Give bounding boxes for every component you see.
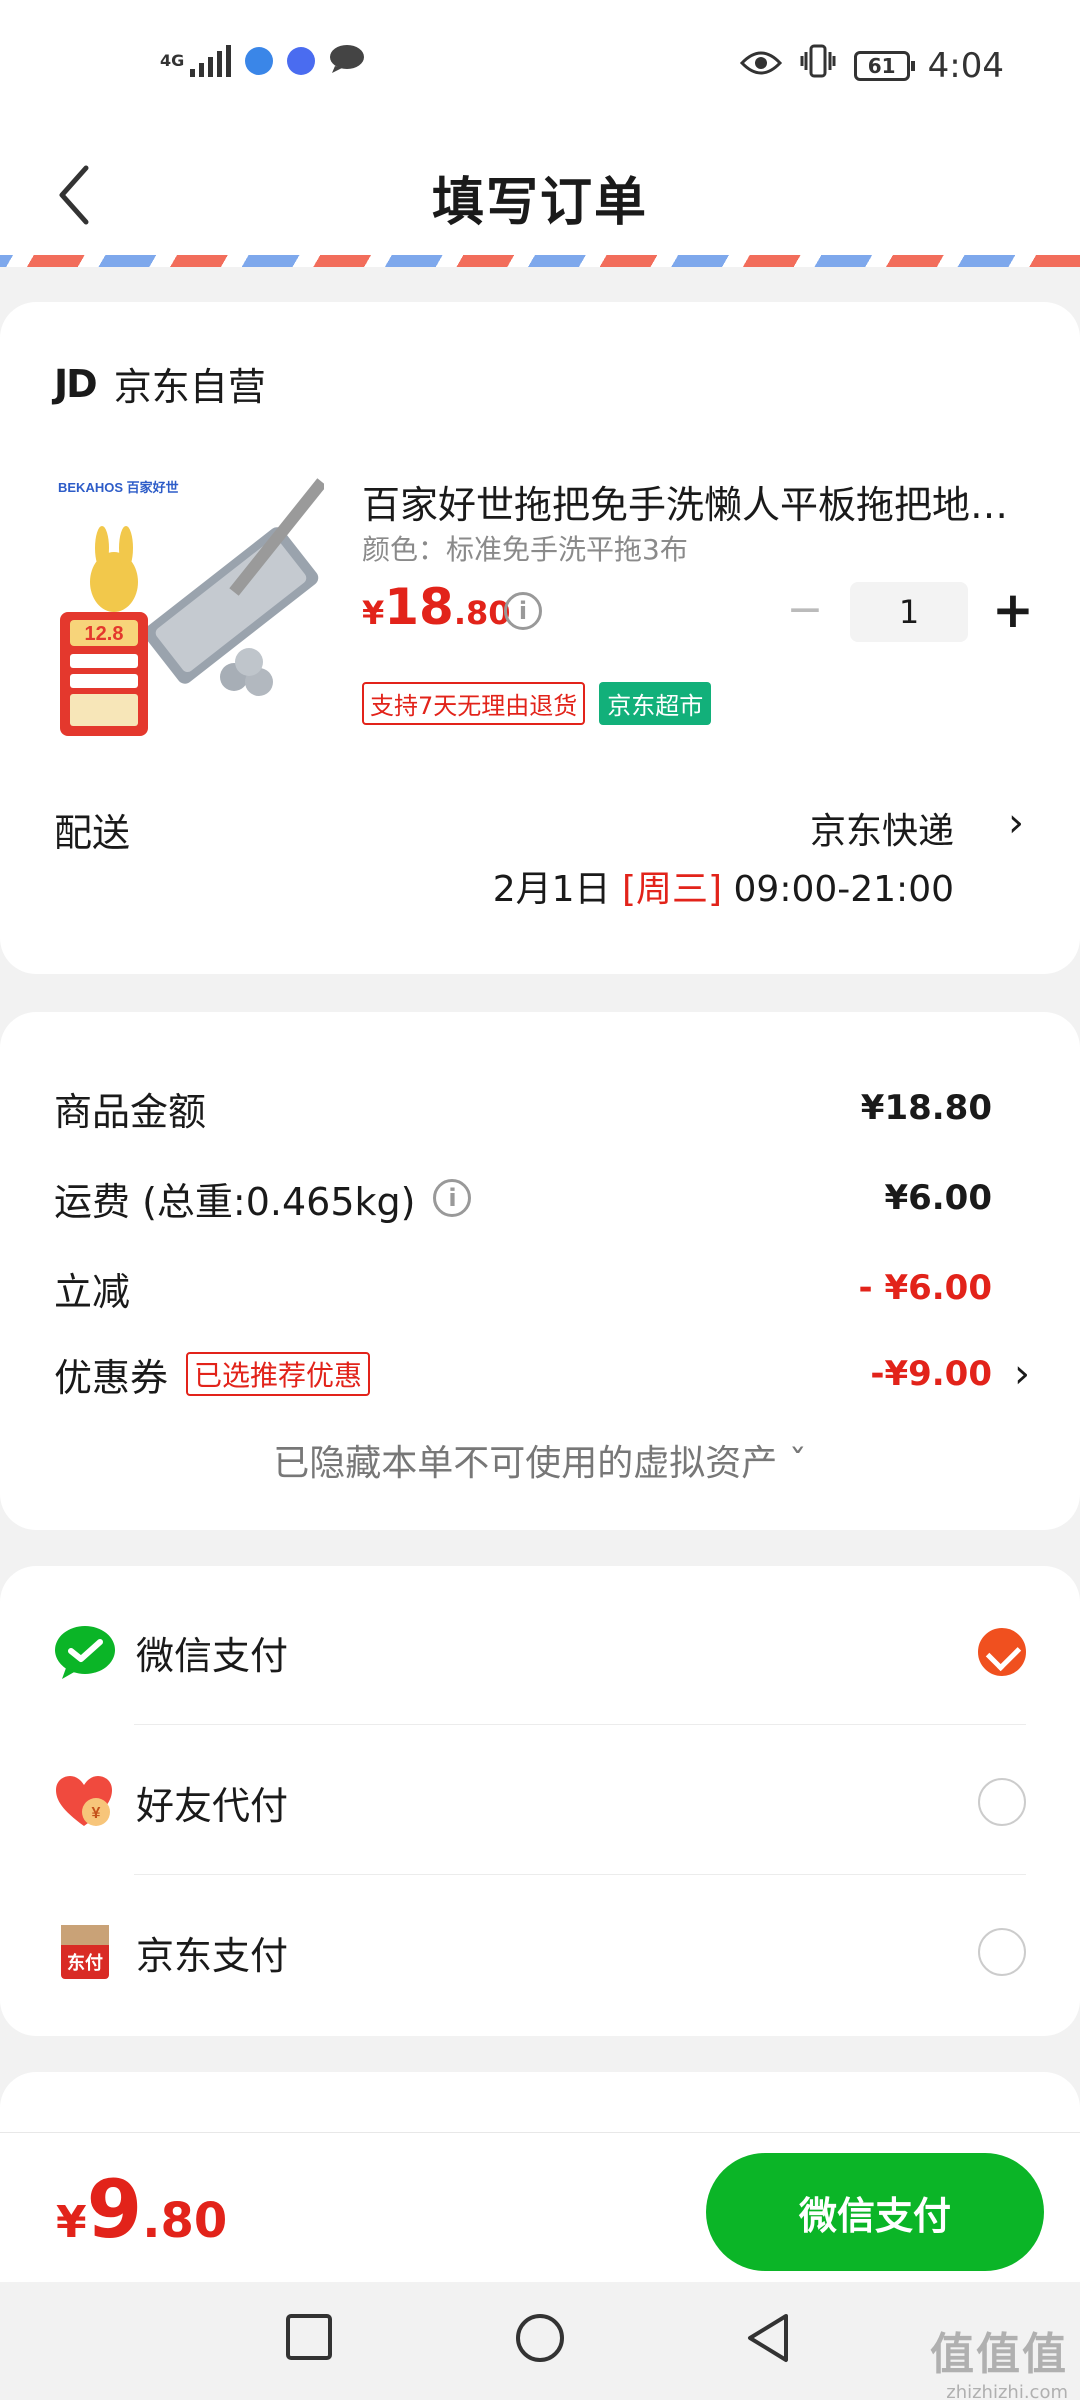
music-icon	[287, 47, 315, 75]
return-policy-tag: 支持7天无理由退货	[362, 682, 586, 725]
wechat-pay-button[interactable]: 微信支付	[706, 2153, 1044, 2271]
payment-option-jd[interactable]: 东付 京东支付	[54, 1902, 1026, 2002]
coupon-label: 优惠券	[54, 1355, 169, 1400]
coupon-label-group: 优惠券 已选推荐优惠	[54, 1347, 371, 1402]
status-right-icons: 61 4:04	[739, 44, 1004, 87]
delivery-weekday: [周三]	[621, 869, 723, 910]
radio-wechat-selected[interactable]	[978, 1628, 1026, 1676]
recent-apps-button[interactable]	[284, 2312, 334, 2366]
product-image-brand: BEKAHOS 百家好世	[58, 480, 179, 495]
goods-amount-label: 商品金额	[54, 1089, 207, 1134]
product-price-dec: .80	[453, 594, 511, 632]
product-price-currency: ¥	[362, 594, 385, 632]
freight-row: 运费 (总重:0.465kg) i ¥6.00	[54, 1168, 1026, 1228]
payment-label-wechat: 微信支付	[136, 1633, 289, 1678]
product-tags: 支持7天无理由退货 京东超市	[362, 682, 712, 725]
discount-row: 立减 - ¥6.00	[54, 1258, 1026, 1318]
delivery-method[interactable]: 京东快递	[810, 802, 954, 854]
square-icon	[286, 2314, 332, 2360]
delivery-time[interactable]: 2月1日 [周三] 09:00-21:00	[493, 860, 954, 912]
total-int: 9	[86, 2163, 143, 2256]
eye-icon	[739, 46, 782, 86]
price-summary-card: 商品金额 ¥18.80 运费 (总重:0.465kg) i ¥6.00 立减 -…	[0, 1012, 1080, 1530]
friend-pay-icon: ¥	[54, 1771, 116, 1833]
quantity-value[interactable]: 1	[850, 582, 968, 642]
radio-friend[interactable]	[978, 1778, 1026, 1826]
airmail-border	[0, 255, 1080, 267]
radio-jd[interactable]	[978, 1928, 1026, 1976]
payment-methods-card: 微信支付 ¥ 好友代付 东付 京东支付	[0, 1566, 1080, 2036]
freight-label-group: 运费 (总重:0.465kg) i	[54, 1171, 472, 1226]
hidden-assets-toggle[interactable]: 已隐藏本单不可使用的虚拟资产 ˇ	[0, 1434, 1080, 1486]
payment-option-wechat[interactable]: 微信支付	[54, 1602, 1026, 1702]
watermark-main: 值值值	[930, 2329, 1068, 2380]
total-dec: .80	[142, 2193, 228, 2249]
browser-icon	[245, 47, 273, 75]
coupon-value: -¥9.00	[870, 1354, 992, 1394]
delivery-label: 配送	[54, 811, 131, 855]
discount-value: - ¥6.00	[858, 1268, 993, 1308]
svg-text:¥: ¥	[92, 1805, 101, 1822]
goods-amount-row: 商品金额 ¥18.80	[54, 1078, 1026, 1138]
message-icon	[329, 44, 365, 78]
triangle-back-icon	[748, 2314, 788, 2362]
jd-logo-icon: JD	[54, 361, 98, 406]
signal-icon	[190, 45, 231, 77]
product-title[interactable]: 百家好世拖把免手洗懒人平板拖把地…	[362, 474, 1030, 529]
divider	[134, 1874, 1026, 1875]
checkout-bar: ¥ 9 .80 微信支付	[0, 2132, 1080, 2282]
freight-label: 运费 (总重:0.465kg)	[54, 1179, 416, 1224]
total-currency: ¥	[56, 2197, 87, 2248]
vibrate-icon	[800, 44, 836, 87]
product-image-badge-price: 12.8	[85, 623, 124, 645]
coupon-chevron-icon[interactable]: ›	[1014, 1351, 1030, 1397]
wechat-pay-icon	[54, 1621, 116, 1683]
increase-button[interactable]: +	[988, 585, 1038, 637]
network-type: 4G	[160, 51, 185, 70]
shop-name: 京东自营	[113, 365, 266, 409]
circle-icon	[516, 2314, 564, 2362]
shop-header[interactable]: JD 京东自营	[54, 356, 266, 411]
watermark-sub: zhizhizhi.com	[946, 2382, 1068, 2400]
order-card: JD 京东自营 BEKAHOS 百家好世 12.8 百家好世拖把免手洗懒人平板拖…	[0, 302, 1080, 974]
clock: 4:04	[927, 45, 1004, 86]
jd-supermarket-tag: 京东超市	[599, 682, 712, 725]
home-button[interactable]	[514, 2312, 566, 2368]
product-spec: 颜色：标准免手洗平拖3布	[362, 533, 688, 566]
back-nav-button[interactable]	[744, 2312, 792, 2368]
goods-amount-value: ¥18.80	[860, 1088, 992, 1128]
delivery-chevron-icon[interactable]: ›	[1008, 800, 1024, 846]
jd-pay-icon-text: 东付	[67, 1952, 103, 1974]
discount-label: 立减	[54, 1269, 131, 1314]
status-bar: 4G 61 4:04	[0, 0, 1080, 130]
system-nav-bar	[0, 2282, 1080, 2400]
coupon-tag: 已选推荐优惠	[186, 1352, 371, 1396]
product-image[interactable]: BEKAHOS 百家好世 12.8	[54, 472, 324, 742]
product-price: ¥ 18 .80	[362, 578, 511, 636]
freight-value: ¥6.00	[884, 1178, 992, 1218]
total-price: ¥ 9 .80	[56, 2163, 227, 2256]
delivery-date: 2月1日	[492, 869, 611, 910]
divider	[134, 1724, 1026, 1725]
decrease-button[interactable]: −	[780, 587, 830, 637]
payment-label-friend: 好友代付	[136, 1783, 289, 1828]
status-left-icons: 4G	[160, 44, 365, 78]
jd-pay-icon: 东付	[54, 1921, 116, 1983]
coupon-row[interactable]: 优惠券 已选推荐优惠 -¥9.00 ›	[54, 1344, 1030, 1404]
quantity-stepper: − 1 +	[780, 582, 1038, 642]
payment-label-jd: 京东支付	[136, 1933, 289, 1978]
page-title: 填写订单	[431, 173, 648, 233]
delivery-time-range: 09:00-21:00	[733, 869, 954, 910]
watermark: 值值值 zhizhizhi.com	[930, 2318, 1068, 2400]
page-header: 填写订单	[0, 130, 1080, 260]
battery-icon: 61	[853, 50, 915, 81]
price-info-icon[interactable]: i	[504, 592, 542, 630]
product-price-int: 18	[384, 578, 454, 636]
payment-option-friend[interactable]: ¥ 好友代付	[54, 1752, 1026, 1852]
freight-info-icon[interactable]: i	[433, 1179, 472, 1217]
